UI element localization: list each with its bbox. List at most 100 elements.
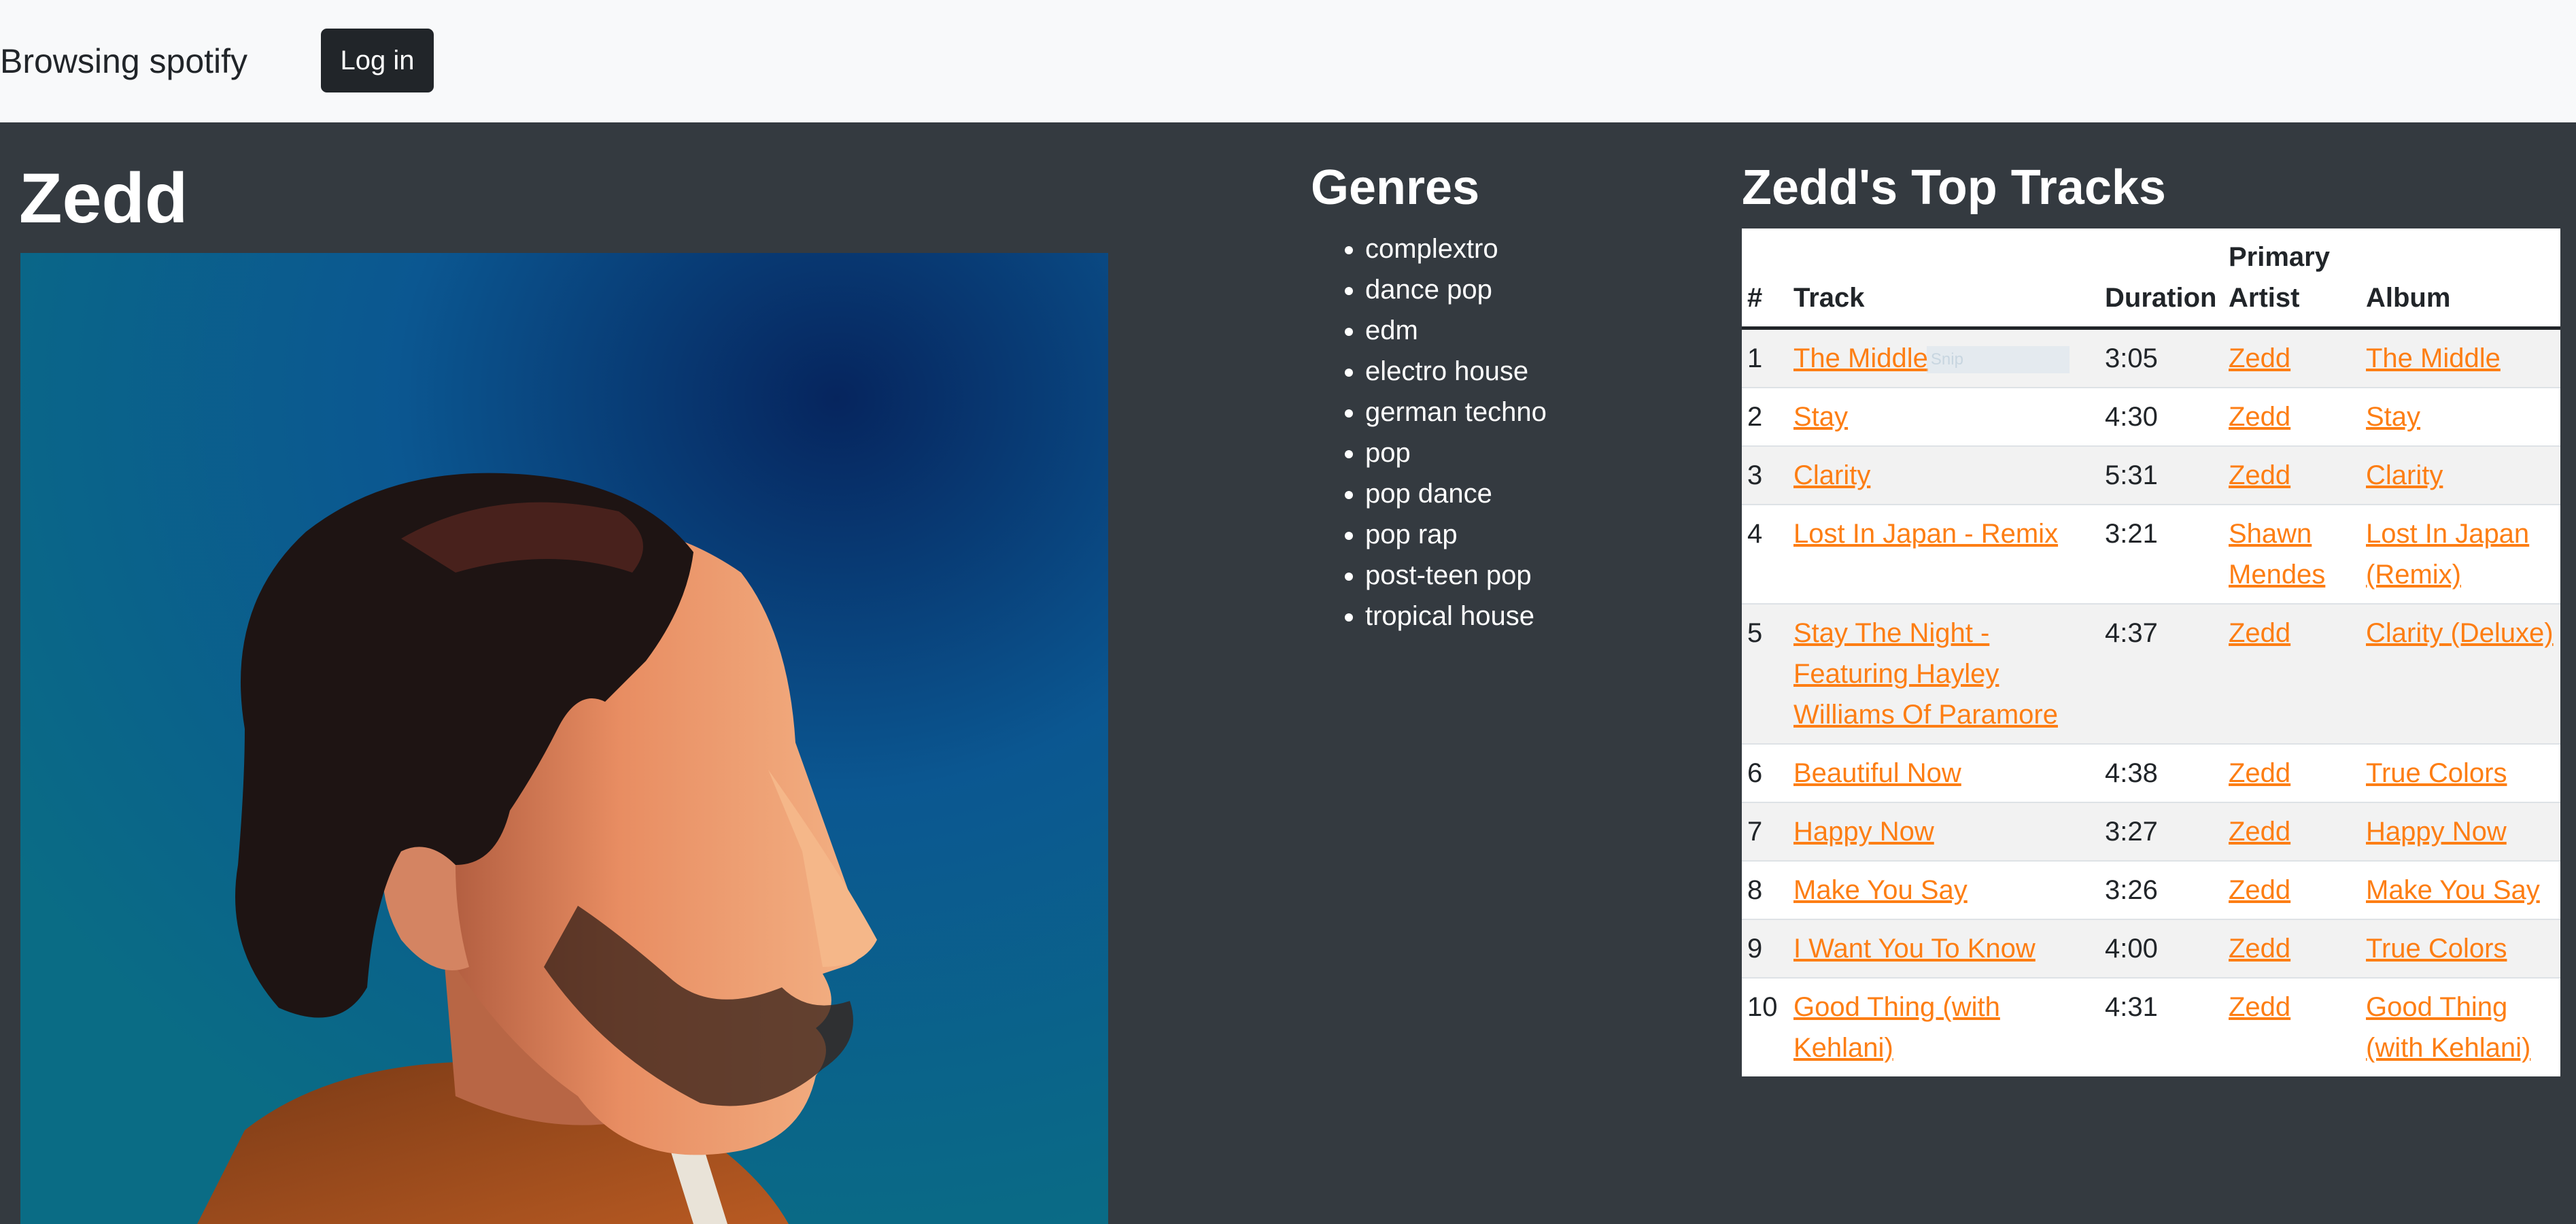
track-number: 2 xyxy=(1742,387,1788,446)
track-link[interactable]: Stay The Night - Featuring Hayley Willia… xyxy=(1793,618,2058,730)
column-header-album: Album xyxy=(2360,228,2560,330)
album-link[interactable]: True Colors xyxy=(2366,758,2507,788)
column-header-duration: Duration xyxy=(2099,228,2223,330)
track-number: 4 xyxy=(1742,504,1788,604)
snip-overlay: Snip xyxy=(1926,346,2070,374)
navbar: Browsing spotify Log in xyxy=(0,0,2576,122)
track-number: 6 xyxy=(1742,743,1788,802)
table-row: 1 The Middle Snip 3:05 Zedd The Middle xyxy=(1742,327,2560,388)
track-duration: 4:38 xyxy=(2099,743,2223,802)
top-tracks-heading: Zedd's Top Tracks xyxy=(1742,160,2166,215)
genre-item: electro house xyxy=(1365,351,1547,392)
album-link[interactable]: Clarity (Deluxe) xyxy=(2366,618,2554,648)
artist-cell: Zedd xyxy=(2223,603,2360,744)
artist-cell: Zedd xyxy=(2223,387,2360,446)
genres-list: complextro dance pop edm electro house g… xyxy=(1311,228,1547,636)
track-duration: 3:05 xyxy=(2099,327,2223,388)
artist-link[interactable]: Zedd xyxy=(2229,618,2290,648)
top-tracks-table-container: # Track Duration Primary Artist Album 1 … xyxy=(1742,228,2560,1076)
track-link[interactable]: Happy Now xyxy=(1793,817,1934,847)
track-duration: 4:00 xyxy=(2099,919,2223,978)
track-duration: 3:26 xyxy=(2099,860,2223,919)
album-cell: Clarity (Deluxe) xyxy=(2360,603,2560,744)
album-link[interactable]: Make You Say xyxy=(2366,875,2540,905)
track-link[interactable]: Clarity xyxy=(1793,460,1870,490)
track-cell: Make You Say xyxy=(1788,860,2099,919)
artist-link[interactable]: Zedd xyxy=(2229,402,2290,432)
album-link[interactable]: Good Thing (with Kehlani) xyxy=(2366,992,2530,1063)
artist-name: Zedd xyxy=(19,159,188,238)
artist-cell: Shawn Mendes xyxy=(2223,504,2360,604)
album-link[interactable]: Lost In Japan (Remix) xyxy=(2366,519,2529,590)
artist-link[interactable]: Shawn Mendes xyxy=(2229,519,2325,590)
artist-link[interactable]: Zedd xyxy=(2229,934,2290,964)
genre-item: edm xyxy=(1365,310,1547,351)
top-tracks-table: # Track Duration Primary Artist Album 1 … xyxy=(1742,228,2560,1076)
table-row: 4 Lost In Japan - Remix 3:21 Shawn Mende… xyxy=(1742,504,2560,604)
album-link[interactable]: The Middle xyxy=(2366,343,2501,373)
artist-link[interactable]: Zedd xyxy=(2229,460,2290,490)
genre-item: pop rap xyxy=(1365,514,1547,555)
track-number: 7 xyxy=(1742,802,1788,861)
artist-link[interactable]: Zedd xyxy=(2229,875,2290,905)
genre-item: tropical house xyxy=(1365,596,1547,636)
navbar-brand[interactable]: Browsing spotify xyxy=(0,38,247,84)
table-row: 8 Make You Say 3:26 Zedd Make You Say xyxy=(1742,860,2560,919)
artist-photo xyxy=(20,253,1108,1224)
track-cell: Beautiful Now xyxy=(1788,743,2099,802)
track-duration: 4:37 xyxy=(2099,603,2223,744)
album-link[interactable]: Stay xyxy=(2366,402,2420,432)
artist-cell: Zedd xyxy=(2223,445,2360,505)
genre-item: post-teen pop xyxy=(1365,555,1547,596)
track-link[interactable]: The Middle xyxy=(1793,343,1928,373)
track-link[interactable]: Beautiful Now xyxy=(1793,758,1961,788)
album-cell: Good Thing (with Kehlani) xyxy=(2360,977,2560,1076)
album-cell: Stay xyxy=(2360,387,2560,446)
table-row: 7 Happy Now 3:27 Zedd Happy Now xyxy=(1742,802,2560,861)
artist-link[interactable]: Zedd xyxy=(2229,817,2290,847)
album-link[interactable]: Clarity xyxy=(2366,460,2443,490)
album-link[interactable]: True Colors xyxy=(2366,934,2507,964)
artist-cell: Zedd xyxy=(2223,977,2360,1076)
track-link[interactable]: Lost In Japan - Remix xyxy=(1793,519,2058,549)
login-button[interactable]: Log in xyxy=(321,29,434,92)
artist-cell: Zedd xyxy=(2223,327,2360,388)
track-number: 3 xyxy=(1742,445,1788,505)
artist-link[interactable]: Zedd xyxy=(2229,758,2290,788)
track-number: 9 xyxy=(1742,919,1788,978)
tracks-body: 1 The Middle Snip 3:05 Zedd The Middle 2 … xyxy=(1742,327,2560,1076)
track-link[interactable]: Make You Say xyxy=(1793,875,1968,905)
track-link[interactable]: I Want You To Know xyxy=(1793,934,2036,964)
artist-cell: Zedd xyxy=(2223,860,2360,919)
genre-item: german techno xyxy=(1365,392,1547,432)
artist-link[interactable]: Zedd xyxy=(2229,343,2290,373)
track-number: 8 xyxy=(1742,860,1788,919)
album-cell: Lost In Japan (Remix) xyxy=(2360,504,2560,604)
track-cell: I Want You To Know xyxy=(1788,919,2099,978)
genre-item: pop dance xyxy=(1365,473,1547,514)
genre-item: dance pop xyxy=(1365,269,1547,310)
track-duration: 5:31 xyxy=(2099,445,2223,505)
track-duration: 4:30 xyxy=(2099,387,2223,446)
track-cell: Lost In Japan - Remix xyxy=(1788,504,2099,604)
album-cell: Clarity xyxy=(2360,445,2560,505)
table-row: 3 Clarity 5:31 Zedd Clarity xyxy=(1742,445,2560,505)
table-row: 6 Beautiful Now 4:38 Zedd True Colors xyxy=(1742,743,2560,802)
track-duration: 4:31 xyxy=(2099,977,2223,1076)
artist-link[interactable]: Zedd xyxy=(2229,992,2290,1022)
artist-cell: Zedd xyxy=(2223,919,2360,978)
genres-heading: Genres xyxy=(1311,160,1480,215)
artist-photo-portrait-icon xyxy=(20,253,1108,1224)
track-duration: 3:21 xyxy=(2099,504,2223,604)
track-number: 5 xyxy=(1742,603,1788,744)
table-row: 10 Good Thing (with Kehlani) 4:31 Zedd G… xyxy=(1742,977,2560,1076)
artist-cell: Zedd xyxy=(2223,802,2360,861)
album-cell: Make You Say xyxy=(2360,860,2560,919)
track-number: 1 xyxy=(1742,327,1788,388)
album-link[interactable]: Happy Now xyxy=(2366,817,2507,847)
artist-cell: Zedd xyxy=(2223,743,2360,802)
track-link[interactable]: Good Thing (with Kehlani) xyxy=(1793,992,2000,1063)
track-cell: Happy Now xyxy=(1788,802,2099,861)
track-link[interactable]: Stay xyxy=(1793,402,1848,432)
table-header-row: # Track Duration Primary Artist Album xyxy=(1742,228,2560,330)
